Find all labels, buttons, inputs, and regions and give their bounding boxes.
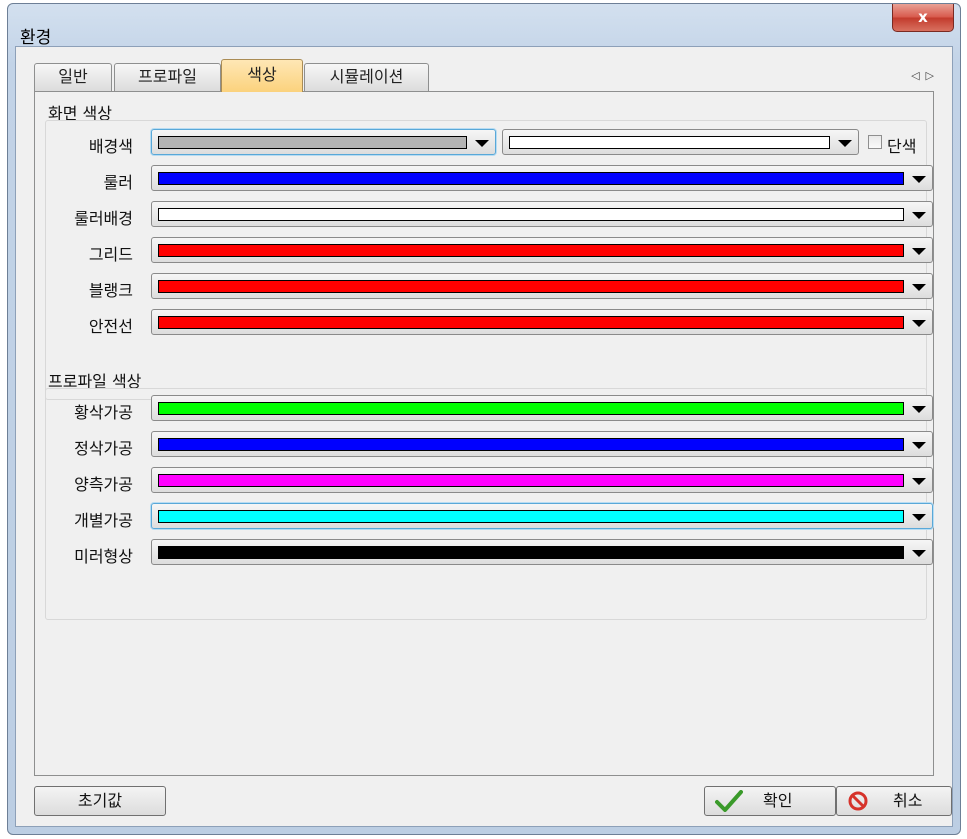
ok-button[interactable]: 확인 [704, 786, 836, 816]
mirror-shape-color-combo[interactable] [151, 539, 933, 565]
ruler-background-color-combo[interactable] [151, 201, 933, 227]
settings-dialog: 환경 x 일반 프로파일 색상 시뮬레이션 ◁▷ 화면 색상 배경색 단색 룰러… [7, 3, 961, 835]
finishing-color-combo[interactable] [151, 431, 933, 457]
background-color-primary-combo[interactable] [151, 129, 496, 155]
chevron-down-icon [912, 284, 926, 291]
title-bar[interactable]: 환경 x [8, 4, 960, 48]
chevron-down-icon [912, 514, 926, 521]
chevron-down-icon [838, 140, 852, 147]
color-swatch [158, 316, 904, 329]
safety-line-color-combo[interactable] [151, 309, 933, 335]
background-color-label: 배경색 [88, 137, 133, 156]
color-row-label: 그리드 [88, 245, 133, 264]
cancel-button[interactable]: 취소 [836, 786, 952, 816]
color-row-label: 룰러 [103, 173, 133, 192]
tab-simulation[interactable]: 시뮬레이션 [304, 63, 429, 91]
color-row-label: 정삭가공 [74, 439, 133, 458]
color-swatch [158, 510, 904, 523]
dialog-client-area: 일반 프로파일 색상 시뮬레이션 ◁▷ 화면 색상 배경색 단색 룰러 룰러배경… [15, 46, 953, 827]
checkmark-icon [715, 790, 743, 812]
tab-color[interactable]: 색상 [221, 59, 303, 92]
color-swatch [158, 244, 904, 257]
chevron-down-icon [912, 406, 926, 413]
color-swatch [158, 136, 467, 149]
color-swatch [158, 280, 904, 293]
cancel-label: 취소 [893, 791, 923, 810]
chevron-down-icon [912, 212, 926, 219]
close-icon: x [918, 8, 928, 26]
double-side-color-combo[interactable] [151, 467, 933, 493]
blank-color-combo[interactable] [151, 273, 933, 299]
color-settings-panel: 화면 색상 배경색 단색 룰러 룰러배경 그리드 블랭크 안전선 프로파일 색상… [34, 91, 934, 776]
ruler-color-combo[interactable] [151, 165, 933, 191]
chevron-down-icon [912, 478, 926, 485]
color-row-label: 안전선 [88, 317, 133, 336]
tab-strip: 일반 프로파일 색상 시뮬레이션 ◁▷ [16, 47, 952, 92]
background-color-secondary-combo[interactable] [502, 129, 859, 155]
chevron-down-icon [912, 320, 926, 327]
color-swatch [158, 402, 904, 415]
ok-label: 확인 [763, 791, 793, 810]
close-button[interactable]: x [892, 4, 954, 32]
color-row-label: 블랭크 [88, 281, 133, 300]
window-title: 환경 [20, 28, 52, 48]
chevron-down-icon [912, 442, 926, 449]
grid-color-combo[interactable] [151, 237, 933, 263]
chevron-down-icon [912, 550, 926, 557]
color-row-label: 룰러배경 [74, 209, 133, 228]
solid-color-checkbox[interactable] [868, 135, 882, 149]
color-row-label: 황삭가공 [74, 403, 133, 422]
chevron-down-icon [912, 248, 926, 255]
color-swatch [158, 474, 904, 487]
solid-color-label: 단색 [887, 137, 917, 156]
roughing-color-combo[interactable] [151, 395, 933, 421]
chevron-down-icon [475, 140, 489, 147]
color-row-label: 양측가공 [74, 475, 133, 494]
no-entry-icon [848, 791, 868, 811]
reset-button[interactable]: 초기값 [34, 786, 166, 816]
tab-profile[interactable]: 프로파일 [114, 63, 221, 91]
tab-general[interactable]: 일반 [34, 63, 112, 91]
color-swatch [158, 172, 904, 185]
color-swatch [509, 136, 830, 149]
color-row-label: 미러형상 [74, 547, 133, 566]
tab-next-icon[interactable]: ▷ [926, 69, 940, 82]
chevron-down-icon [912, 176, 926, 183]
tab-scroll-buttons: ◁▷ [911, 69, 940, 82]
individual-color-combo[interactable] [151, 503, 933, 529]
color-swatch [158, 208, 904, 221]
color-swatch [158, 438, 904, 451]
tab-prev-icon[interactable]: ◁ [911, 69, 925, 82]
color-swatch [158, 546, 904, 559]
color-row-label: 개별가공 [74, 511, 133, 530]
